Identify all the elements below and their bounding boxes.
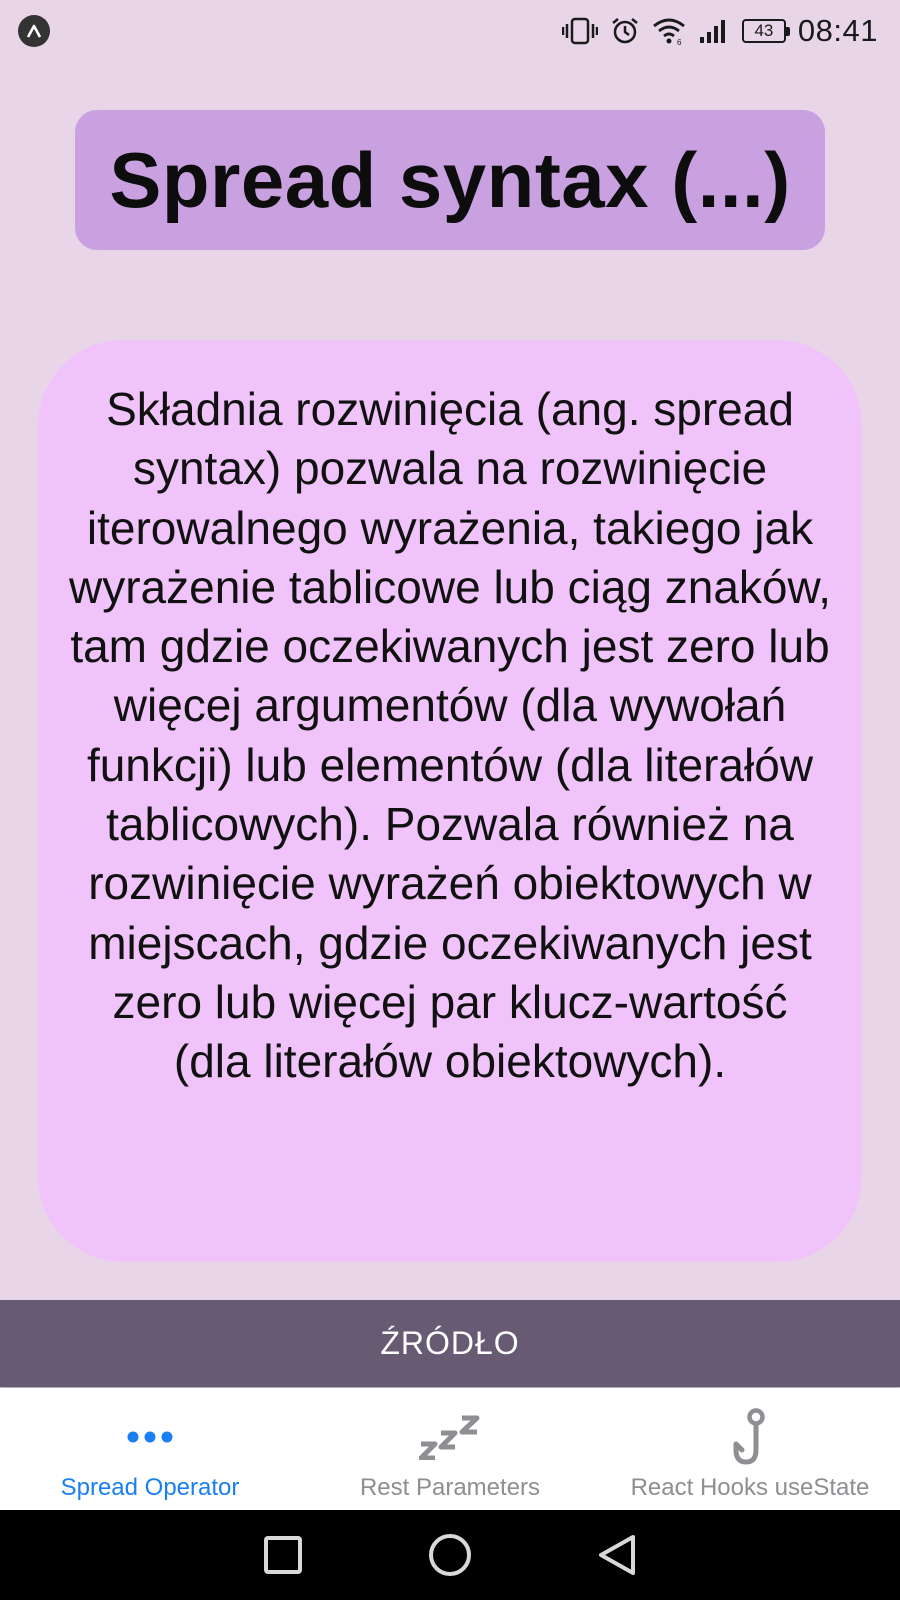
app-screen: 6 43 08:41 Spread syntax (...) Składnia …	[0, 0, 900, 1600]
tab-label: React Hooks useState	[630, 1474, 870, 1501]
system-nav-bar	[0, 1510, 900, 1600]
alarm-icon	[612, 18, 638, 44]
tab-rest-parameters[interactable]: Rest Parameters	[300, 1388, 600, 1510]
bottom-tab-bar: Spread Operator Rest Parameters React Ho…	[0, 1388, 900, 1510]
description-text: Składnia rozwinięcia (ang. spread syntax…	[69, 383, 831, 1088]
wifi-icon: 6	[653, 18, 685, 45]
status-clock: 08:41	[797, 13, 878, 48]
tab-spread-operator[interactable]: Spread Operator	[0, 1388, 300, 1510]
hook-icon	[732, 1402, 768, 1472]
description-card: Składnia rozwinięcia (ang. spread syntax…	[38, 340, 862, 1262]
zzz-icon	[419, 1402, 481, 1472]
source-button[interactable]: ŹRÓDŁO	[0, 1300, 900, 1387]
status-icons: 6 43 08:41	[561, 13, 878, 49]
tab-react-hooks-usestate[interactable]: React Hooks useState	[600, 1388, 900, 1510]
app-notification-icon	[18, 15, 50, 47]
svg-text:6: 6	[677, 38, 682, 45]
page-title: Spread syntax (...)	[109, 135, 791, 224]
back-button[interactable]	[597, 1533, 637, 1577]
battery-level: 43	[754, 21, 774, 40]
battery-icon: 43	[741, 19, 790, 43]
signal-icon	[699, 20, 725, 43]
title-card: Spread syntax (...)	[75, 110, 825, 250]
tab-label: Spread Operator	[60, 1474, 240, 1501]
status-bar: 6 43 08:41	[0, 0, 900, 62]
vibrate-icon	[561, 17, 598, 45]
ellipsis-icon	[127, 1402, 173, 1472]
recents-button[interactable]	[263, 1535, 303, 1575]
tab-label: Rest Parameters	[359, 1474, 541, 1501]
home-button[interactable]	[428, 1533, 472, 1577]
